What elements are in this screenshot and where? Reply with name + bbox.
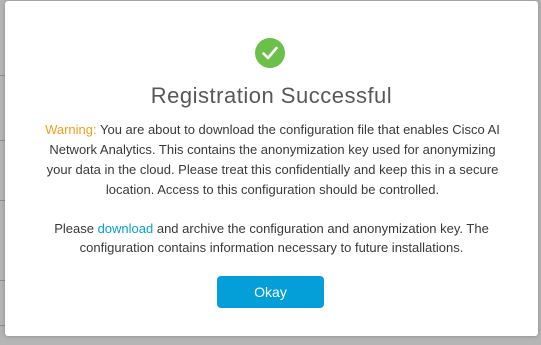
registration-success-dialog: Registration Successful Warning: You are… <box>5 1 538 336</box>
okay-button[interactable]: Okay <box>217 276 324 308</box>
dialog-title: Registration Successful <box>150 83 393 108</box>
warning-message: Warning: You are about to download the c… <box>35 120 510 200</box>
download-message: Please download and archive the configur… <box>33 219 510 257</box>
checkmark-icon <box>262 46 278 60</box>
download-prefix: Please <box>54 221 94 236</box>
warning-body: You are about to download the configurat… <box>46 122 500 197</box>
download-link[interactable]: download <box>98 221 154 236</box>
warning-label: Warning: <box>45 122 97 137</box>
checkmark-circle-icon <box>255 38 285 68</box>
